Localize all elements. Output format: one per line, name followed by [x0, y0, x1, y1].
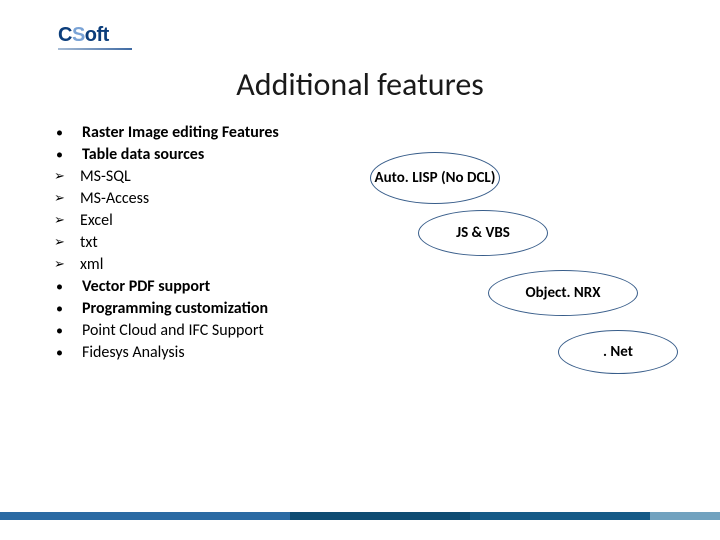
list-item-label: MS-Access	[80, 188, 149, 210]
footer-seg-2	[290, 512, 470, 520]
footer-seg-3	[470, 512, 650, 520]
dot-bullet-icon: •	[54, 342, 82, 364]
dot-bullet-icon: •	[54, 320, 82, 342]
logo-oft: oft	[85, 24, 109, 46]
oval-js-vbs: JS & VBS	[418, 210, 548, 256]
footer-seg-4	[650, 512, 720, 520]
footer-seg-1	[0, 512, 290, 520]
arrow-bullet-icon: ➢	[54, 232, 80, 254]
footer-strip	[0, 512, 720, 520]
customization-ovals: Auto. LISP (No DCL) JS & VBS Object. NRX…	[360, 152, 700, 452]
dot-bullet-icon: •	[54, 144, 82, 166]
arrow-bullet-icon: ➢	[54, 188, 80, 210]
list-item-label: Point Cloud and IFC Support	[82, 320, 264, 342]
oval-objectnrx: Object. NRX	[488, 270, 638, 316]
oval-autolisp: Auto. LISP (No DCL)	[370, 152, 500, 204]
list-item-label: MS-SQL	[80, 166, 131, 188]
slide-title: Additional features	[0, 65, 720, 104]
dot-bullet-icon: •	[54, 276, 82, 298]
list-item: •Raster Image editing Features	[54, 122, 664, 144]
list-item-label: Table data sources	[82, 144, 204, 166]
logo-underline	[58, 48, 132, 50]
list-item-label: Vector PDF support	[82, 276, 210, 298]
list-item-label: Programming customization	[82, 298, 268, 320]
list-item-label: Raster Image editing Features	[82, 122, 279, 144]
brand-logo: CSoft	[58, 24, 109, 47]
arrow-bullet-icon: ➢	[54, 254, 80, 276]
list-item-label: txt	[80, 232, 98, 254]
dot-bullet-icon: •	[54, 122, 82, 144]
dot-bullet-icon: •	[54, 298, 82, 320]
list-item-label: Fidesys Analysis	[82, 342, 185, 364]
arrow-bullet-icon: ➢	[54, 210, 80, 232]
logo-letter-s: S	[72, 24, 85, 46]
oval-dotnet: . Net	[558, 330, 678, 374]
list-item-label: xml	[80, 254, 103, 276]
logo-letter-c: C	[58, 24, 72, 46]
list-item-label: Excel	[80, 210, 113, 232]
arrow-bullet-icon: ➢	[54, 166, 80, 188]
